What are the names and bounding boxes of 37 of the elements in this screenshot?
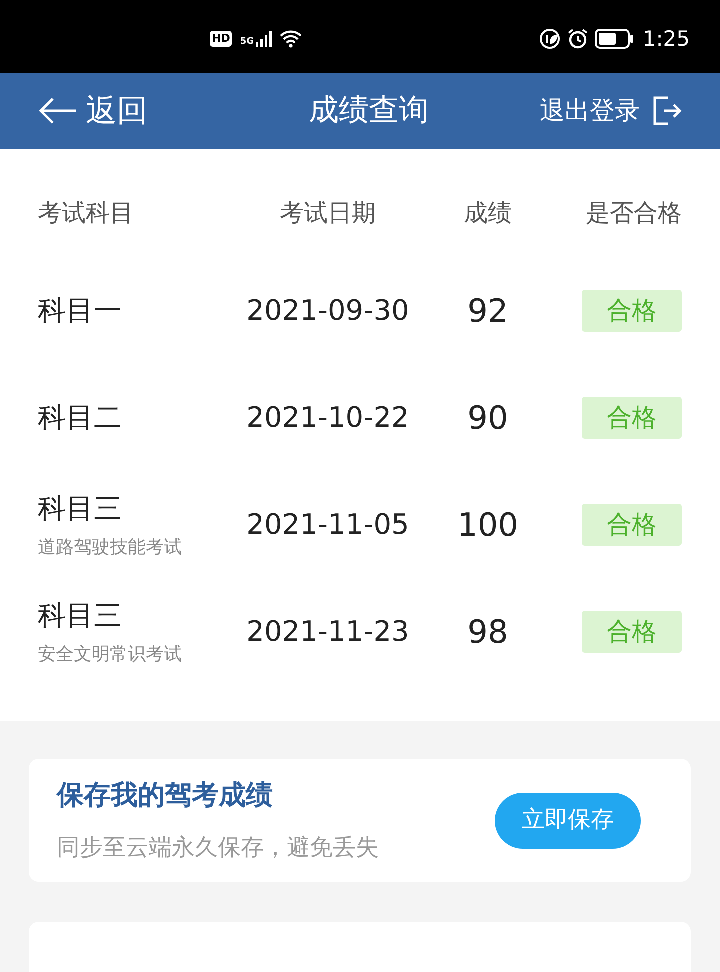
date-cell-text: 2021-11-05 <box>246 506 410 543</box>
save-card-subtitle: 同步至云端永久保存，避免丢失 <box>57 834 380 863</box>
date-cell-text: 2021-11-23 <box>246 614 410 650</box>
clock-time: 1:25 <box>642 26 690 53</box>
subject-cell-text: 科目一 <box>38 292 123 329</box>
column-header: 是否合格 <box>585 198 682 230</box>
alarm-icon <box>566 28 589 50</box>
logout-button[interactable]: 退出登录 <box>540 92 682 130</box>
page-title: 成绩查询 <box>308 92 430 130</box>
result-tag: 合格 <box>582 504 682 546</box>
back-arrow-icon <box>38 96 78 125</box>
subject-cell-text: 科目二 <box>38 400 123 436</box>
back-button[interactable]: 返回 <box>38 88 228 134</box>
subject-note: 道路驾驶技能考试 <box>38 536 183 560</box>
score-cell-text: 100 <box>456 504 520 546</box>
wifi-icon <box>279 29 303 50</box>
column-header: 考试科目 <box>38 198 135 230</box>
subject-cell-text: 科目三 <box>38 598 123 634</box>
signal-icon <box>255 30 273 48</box>
hd-icon: HD <box>210 31 232 48</box>
leaf-icon <box>538 28 561 50</box>
score-cell-text: 92 <box>466 290 510 332</box>
score-cell-text: 98 <box>466 612 510 653</box>
date-cell-text: 2021-10-22 <box>246 400 410 436</box>
subject-note: 安全文明常识考试 <box>38 643 183 668</box>
column-header: 成绩 <box>463 198 513 230</box>
score-cell-text: 90 <box>466 398 510 439</box>
logout-icon <box>652 96 682 126</box>
save-card-title: 保存我的驾考成绩 <box>57 779 274 814</box>
battery-icon <box>594 28 635 50</box>
subject-cell-text: 科目三 <box>38 491 123 528</box>
result-tag: 合格 <box>582 290 682 332</box>
network-label: 5G <box>240 36 254 49</box>
date-cell-text: 2021-09-30 <box>246 292 410 329</box>
result-tag: 合格 <box>582 396 682 439</box>
result-tag: 合格 <box>582 610 682 653</box>
column-header: 考试日期 <box>279 198 377 230</box>
